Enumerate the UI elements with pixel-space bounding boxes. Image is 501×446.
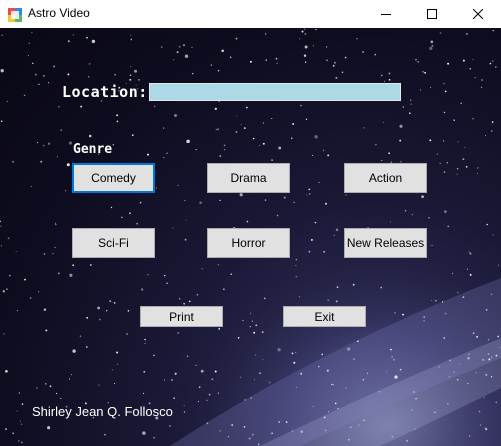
maximize-button[interactable] xyxy=(409,0,455,28)
form-client-area: Location: Genre Comedy Drama Action Sci-… xyxy=(0,28,501,446)
maximize-icon xyxy=(427,9,437,19)
print-button[interactable]: Print xyxy=(140,306,223,327)
genre-label: Genre xyxy=(73,142,113,157)
comedy-button[interactable]: Comedy xyxy=(72,163,155,193)
scifi-button[interactable]: Sci-Fi xyxy=(72,228,155,258)
close-icon xyxy=(473,9,483,19)
app-icon[interactable] xyxy=(8,7,22,22)
author-credit: Shirley Jean Q. Follosco xyxy=(32,404,173,419)
window-title: Astro Video xyxy=(28,6,90,20)
minimize-button[interactable] xyxy=(363,0,409,28)
app-window: Astro Video Location: Genre Comedy Drama… xyxy=(0,0,501,446)
new-releases-button[interactable]: New Releases xyxy=(344,228,427,258)
drama-button[interactable]: Drama xyxy=(207,163,290,193)
action-button[interactable]: Action xyxy=(344,163,427,193)
location-label: Location: xyxy=(62,83,148,101)
minimize-icon xyxy=(381,9,391,19)
exit-button[interactable]: Exit xyxy=(283,306,366,327)
location-input[interactable] xyxy=(149,83,401,101)
close-button[interactable] xyxy=(455,0,501,28)
title-bar[interactable]: Astro Video xyxy=(0,0,501,28)
horror-button[interactable]: Horror xyxy=(207,228,290,258)
